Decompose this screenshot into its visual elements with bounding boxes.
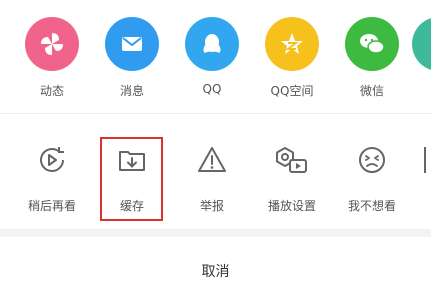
share-message-button[interactable]: 消息: [92, 17, 172, 99]
pinwheel-icon: [25, 17, 79, 71]
share-qq-button[interactable]: QQ: [172, 17, 252, 96]
cancel-button[interactable]: 取消: [0, 237, 431, 305]
envelope-icon: [105, 17, 159, 71]
share-targets-row: 动态 消息 QQ QQ空间 微信: [0, 0, 431, 113]
share-label: QQ: [202, 82, 222, 96]
partial-share-icon: [412, 17, 431, 71]
more-action-partial[interactable]: [424, 140, 431, 173]
share-wechat-button[interactable]: 微信: [332, 17, 412, 99]
share-sheet: 动态 消息 QQ QQ空间 微信 稍后再看 缓存 举报 播放设置 我不想看 取消: [0, 0, 431, 305]
wechat-icon: [345, 17, 399, 71]
partial-action-icon: [424, 147, 426, 173]
share-dynamic-button[interactable]: 动态: [12, 17, 92, 99]
share-qzone-button[interactable]: QQ空间: [252, 17, 332, 99]
section-gap: [0, 229, 431, 237]
dislike-face-icon: [352, 140, 392, 180]
highlight-box: [100, 137, 163, 221]
watch-later-icon: [32, 140, 72, 180]
action-label: 举报: [199, 199, 224, 213]
watch-later-button[interactable]: 稍后再看: [12, 140, 92, 214]
not-interested-button[interactable]: 我不想看: [332, 140, 412, 214]
warning-triangle-icon: [192, 140, 232, 180]
qq-penguin-icon: [185, 17, 239, 71]
share-label: QQ空间: [270, 84, 314, 98]
play-settings-button[interactable]: 播放设置: [252, 140, 332, 214]
share-label: 动态: [39, 84, 64, 98]
action-label: 播放设置: [267, 199, 316, 213]
share-label: 消息: [119, 84, 144, 98]
play-settings-icon: [272, 140, 312, 180]
action-label: 我不想看: [347, 199, 396, 213]
share-label: 微信: [359, 84, 384, 98]
action-label: 稍后再看: [27, 199, 76, 213]
qzone-star-icon: [265, 17, 319, 71]
share-more-target[interactable]: [412, 17, 431, 71]
report-button[interactable]: 举报: [172, 140, 252, 214]
